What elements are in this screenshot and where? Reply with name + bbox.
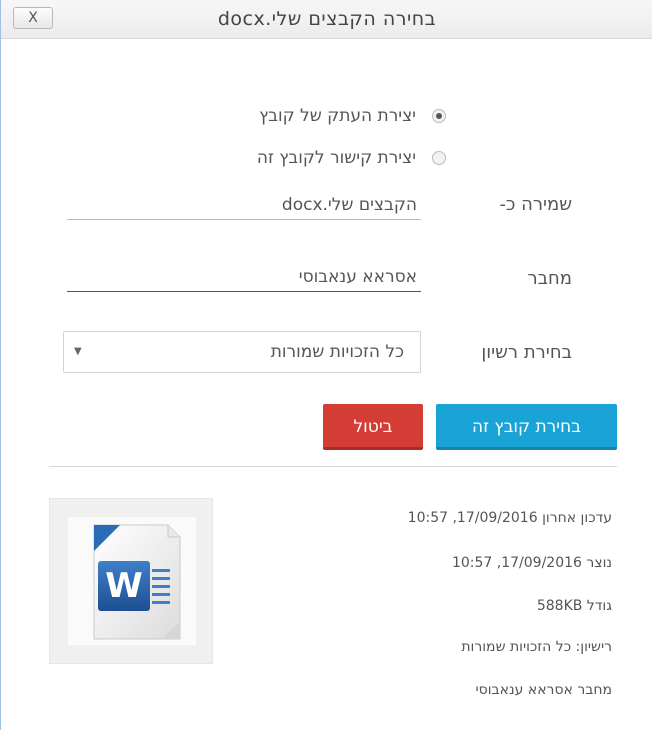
radio-create-copy[interactable] — [432, 109, 446, 123]
option-create-link-label: יצירת קישור לקובץ זה — [256, 148, 416, 168]
select-file-button[interactable]: בחירת קובץ זה — [436, 404, 617, 450]
author-label: מחבר — [527, 268, 572, 289]
info-author: מחבר אסראא ענאבוסי — [475, 682, 612, 698]
chevron-down-icon: ▼ — [74, 346, 82, 357]
divider — [49, 466, 617, 467]
cancel-button[interactable]: ביטול — [323, 404, 423, 450]
dialog-title: בחירה הקבצים שלי.docx — [217, 8, 437, 30]
license-select-value: כל הזכויות שמורות — [270, 342, 404, 362]
info-license: רישיון: כל הזכויות שמורות — [461, 639, 612, 655]
info-modified: עדכון אחרון 17/09/2016, 10:57 — [407, 510, 612, 526]
info-size: גודל 588KB — [536, 598, 612, 614]
word-document-icon: W — [93, 524, 181, 640]
option-create-copy-label: יצירת העתק של קובץ — [258, 106, 416, 126]
option-create-link[interactable]: יצירת קישור לקובץ זה — [256, 146, 446, 170]
save-as-label: שמירה כ- — [499, 194, 572, 215]
license-label: בחירת רשיון — [481, 342, 572, 363]
license-select[interactable]: כל הזכויות שמורות ▼ — [63, 331, 421, 373]
svg-text:W: W — [105, 566, 143, 606]
dialog-titlebar: בחירה הקבצים שלי.docx X — [1, 0, 652, 39]
info-created: נוצר 17/09/2016, 10:57 — [451, 555, 612, 571]
option-create-copy[interactable]: יצירת העתק של קובץ — [258, 104, 446, 128]
radio-create-link[interactable] — [432, 151, 446, 165]
close-icon: X — [28, 10, 38, 26]
file-thumbnail-inner: W — [68, 517, 196, 645]
author-input[interactable] — [67, 262, 421, 292]
close-button[interactable]: X — [13, 7, 53, 29]
save-as-input[interactable] — [67, 190, 421, 220]
file-thumbnail: W — [49, 498, 213, 664]
file-picker-dialog: בחירה הקבצים שלי.docx X יצירת העתק של קו… — [0, 0, 652, 730]
